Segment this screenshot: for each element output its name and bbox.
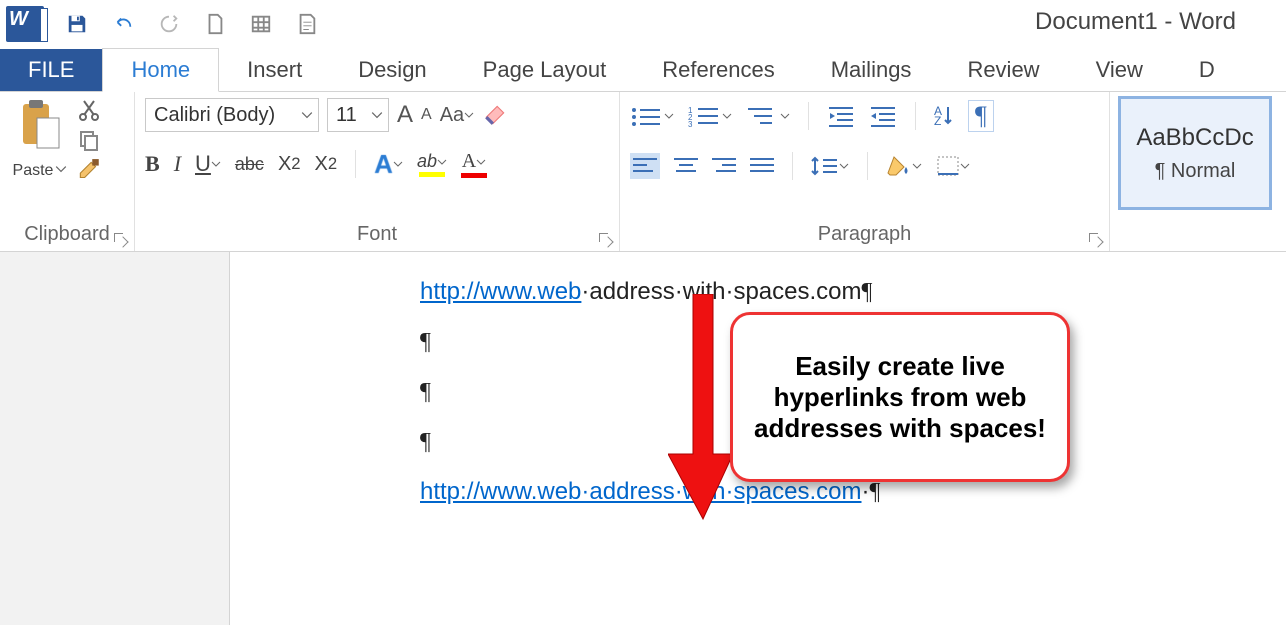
- superscript-button[interactable]: X2: [315, 153, 338, 176]
- quick-access-toolbar: Document1 - Word: [0, 0, 1286, 48]
- style-preview: AaBbCcDc: [1136, 124, 1253, 152]
- paragraph-dialog-launcher-icon[interactable]: [1087, 231, 1103, 247]
- paragraph-mark-icon: ¶: [862, 279, 873, 305]
- page[interactable]: http://www.web·address·with·spaces.com¶ …: [230, 252, 1286, 625]
- style-name: ¶ Normal: [1155, 160, 1236, 183]
- chevron-down-icon[interactable]: [366, 109, 388, 121]
- show-hide-button[interactable]: ¶: [968, 100, 994, 132]
- italic-button[interactable]: I: [174, 151, 181, 177]
- group-styles: AaBbCcDc ¶ Normal: [1110, 92, 1286, 251]
- align-right-icon[interactable]: [712, 156, 736, 176]
- borders-button[interactable]: [936, 155, 970, 177]
- strikethrough-button[interactable]: abc: [235, 154, 264, 175]
- clear-formatting-icon[interactable]: [482, 102, 508, 128]
- paste-button[interactable]: [17, 98, 63, 156]
- multilevel-list-button[interactable]: [746, 105, 790, 127]
- tab-mailings[interactable]: Mailings: [803, 49, 940, 91]
- highlight-color-button[interactable]: ab: [417, 151, 447, 177]
- ribbon-tabs: FILE Home Insert Design Page Layout Refe…: [0, 48, 1286, 92]
- paragraph-group-label: Paragraph: [630, 223, 1099, 251]
- cut-icon[interactable]: [76, 98, 102, 122]
- clipboard-group-label: Clipboard: [10, 223, 124, 251]
- align-left-icon[interactable]: [630, 153, 660, 179]
- tab-file[interactable]: FILE: [0, 49, 102, 91]
- subscript-button[interactable]: X2: [278, 153, 301, 176]
- underline-button[interactable]: U: [195, 151, 221, 177]
- paste-label: Paste: [13, 162, 54, 180]
- page-icon[interactable]: [294, 11, 320, 37]
- tab-more[interactable]: D: [1171, 49, 1243, 91]
- bullets-button[interactable]: [630, 105, 674, 127]
- table-icon[interactable]: [248, 11, 274, 37]
- callout-box: Easily create live hyperlinks from web a…: [730, 312, 1070, 482]
- change-case-button[interactable]: Aa: [440, 104, 474, 127]
- numbering-button[interactable]: 123: [688, 105, 732, 127]
- sort-button[interactable]: AZ: [934, 105, 954, 127]
- font-name-input[interactable]: [146, 99, 296, 131]
- redo-icon[interactable]: [156, 11, 182, 37]
- callout-text: Easily create live hyperlinks from web a…: [751, 351, 1049, 444]
- copy-icon[interactable]: [76, 128, 102, 152]
- decrease-indent-icon[interactable]: [827, 105, 855, 127]
- bold-button[interactable]: B: [145, 151, 160, 177]
- left-gutter: [0, 252, 230, 625]
- document-title: Document1 - Word: [1035, 8, 1236, 36]
- hyperlink-full[interactable]: http://www.web·address·with·spaces.com: [420, 478, 862, 505]
- plain-text: ·address·with·spaces.com: [581, 278, 861, 305]
- justify-icon[interactable]: [750, 156, 774, 176]
- document-workarea: http://www.web·address·with·spaces.com¶ …: [0, 252, 1286, 625]
- chevron-down-icon[interactable]: [296, 109, 318, 121]
- align-center-icon[interactable]: [674, 156, 698, 176]
- line-spacing-button[interactable]: [811, 155, 849, 177]
- shrink-font-icon[interactable]: A: [421, 106, 432, 124]
- tab-review[interactable]: Review: [939, 49, 1067, 91]
- new-doc-icon[interactable]: [202, 11, 228, 37]
- group-clipboard: Paste Clipboard: [0, 92, 135, 251]
- text-effects-button[interactable]: A: [374, 149, 403, 180]
- ribbon: Paste Clipboard A A: [0, 92, 1286, 252]
- font-size-combo[interactable]: [327, 98, 389, 132]
- font-dialog-launcher-icon[interactable]: [597, 231, 613, 247]
- clipboard-dialog-launcher-icon[interactable]: [112, 231, 128, 247]
- style-normal[interactable]: AaBbCcDc ¶ Normal: [1120, 98, 1270, 208]
- group-paragraph: 123 AZ ¶ Paragraph: [620, 92, 1110, 251]
- tab-home[interactable]: Home: [102, 48, 219, 92]
- font-size-input[interactable]: [328, 99, 366, 131]
- tab-insert[interactable]: Insert: [219, 49, 330, 91]
- shading-button[interactable]: [886, 155, 922, 177]
- hyperlink-partial[interactable]: http://www.web: [420, 278, 581, 305]
- paragraph-mark-icon: ¶: [870, 479, 881, 505]
- tab-design[interactable]: Design: [330, 49, 454, 91]
- nbsp-dot: ·: [862, 478, 870, 505]
- font-group-label: Font: [145, 223, 609, 251]
- doc-line-1: http://www.web·address·with·spaces.com¶: [420, 274, 1246, 310]
- paste-dropdown-icon[interactable]: [55, 162, 67, 180]
- undo-icon[interactable]: [110, 11, 136, 37]
- font-name-combo[interactable]: [145, 98, 319, 132]
- format-painter-icon[interactable]: [76, 158, 102, 184]
- tab-page-layout[interactable]: Page Layout: [455, 49, 635, 91]
- svg-text:3: 3: [688, 120, 693, 127]
- group-font: A A Aa B I U abc X2 X2 A ab A: [135, 92, 620, 251]
- grow-font-icon[interactable]: A: [397, 101, 413, 129]
- font-color-button[interactable]: A: [461, 150, 487, 178]
- tab-view[interactable]: View: [1068, 49, 1171, 91]
- tab-references[interactable]: References: [634, 49, 803, 91]
- save-icon[interactable]: [64, 11, 90, 37]
- word-logo-icon: [6, 6, 44, 42]
- increase-indent-icon[interactable]: [869, 105, 897, 127]
